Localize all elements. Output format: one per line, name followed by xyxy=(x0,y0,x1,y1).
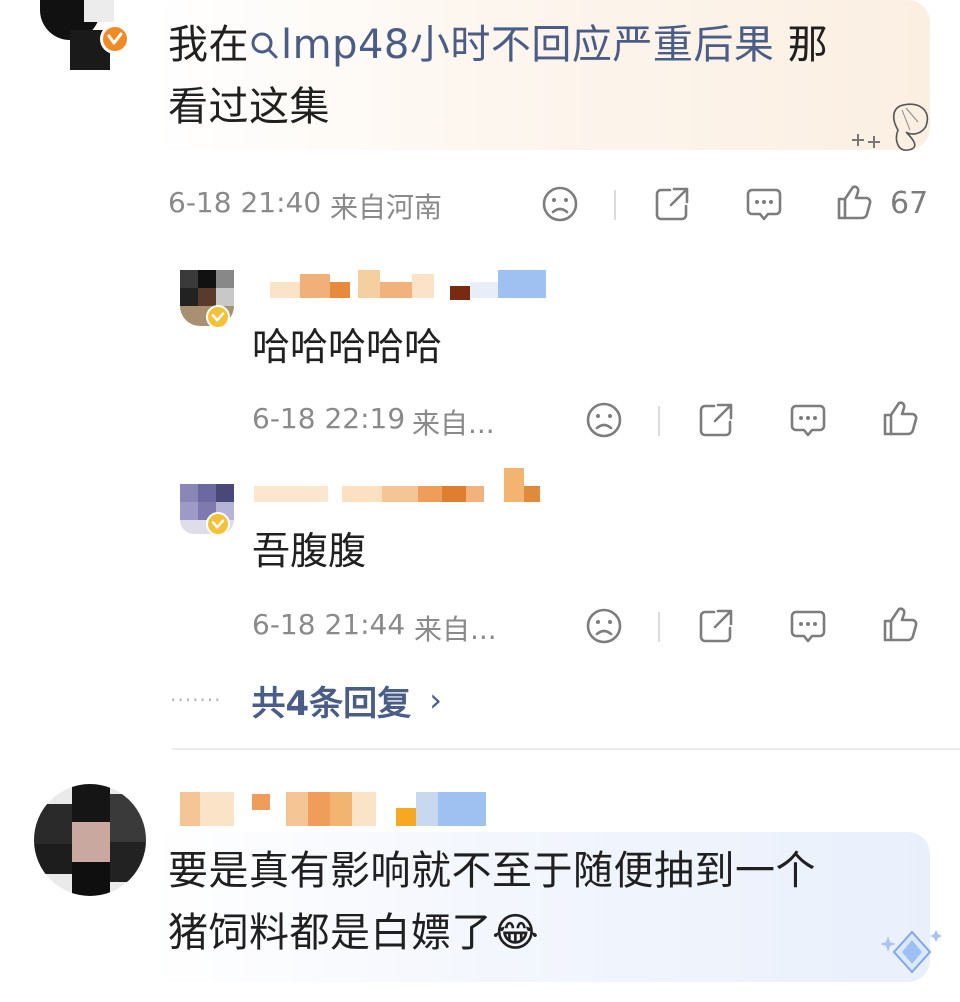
action-divider xyxy=(658,612,660,642)
butterfly-decoration-icon xyxy=(848,100,938,152)
share-icon[interactable] xyxy=(696,400,736,440)
reply-time: 6-18 22:19 xyxy=(252,402,406,435)
action-divider xyxy=(614,190,616,220)
diamond-decoration-icon xyxy=(880,926,946,976)
username[interactable] xyxy=(250,468,550,508)
dots-separator: ······· xyxy=(170,688,222,712)
laughing-tears-emoji-icon: 😂 xyxy=(492,910,540,956)
frown-face-icon[interactable] xyxy=(584,606,624,646)
comment-text: 要是真有影响就不至于随便抽到一个 猪饲料都是白嫖了😂 xyxy=(168,848,816,956)
reply-time: 6-18 21:44 xyxy=(252,608,406,641)
action-divider xyxy=(658,406,660,436)
topic-link[interactable]: lmp48小时不回应严重后果 xyxy=(249,22,774,68)
thumbs-up-icon[interactable] xyxy=(834,182,874,222)
more-replies-label: 共4条回复 xyxy=(251,683,412,724)
reply-text: 哈哈哈哈哈 xyxy=(252,325,443,369)
frown-face-icon[interactable] xyxy=(540,184,580,224)
reply-text: 吾腹腹 xyxy=(252,529,367,573)
more-replies-link[interactable]: ······· 共4条回复 › xyxy=(170,678,442,724)
comment-text: 我在 lmp48小时不回应严重后果 那 看过这集 xyxy=(168,14,908,138)
share-icon[interactable] xyxy=(696,606,736,646)
like-count: 67 xyxy=(890,186,929,221)
comment-icon[interactable] xyxy=(788,606,828,646)
avatar[interactable] xyxy=(34,784,146,896)
share-icon[interactable] xyxy=(652,184,692,224)
reply-location: 来自... xyxy=(414,613,497,646)
frown-face-icon[interactable] xyxy=(584,400,624,440)
thumbs-up-icon[interactable] xyxy=(880,398,920,438)
username[interactable] xyxy=(174,786,494,830)
verified-badge-icon xyxy=(100,24,130,54)
comment-time: 6-18 21:40 xyxy=(168,186,322,219)
comment-separator xyxy=(172,748,960,750)
thumbs-up-icon[interactable] xyxy=(880,604,920,644)
chevron-right-icon: › xyxy=(429,681,442,719)
comment-icon[interactable] xyxy=(744,184,784,224)
comment-icon[interactable] xyxy=(788,400,828,440)
verified-badge-icon xyxy=(206,305,230,329)
search-icon xyxy=(249,16,279,59)
verified-badge-icon xyxy=(206,512,230,536)
reply-location: 来自... xyxy=(412,407,495,440)
comment-location: 来自河南 xyxy=(330,191,443,224)
username[interactable] xyxy=(262,268,552,304)
